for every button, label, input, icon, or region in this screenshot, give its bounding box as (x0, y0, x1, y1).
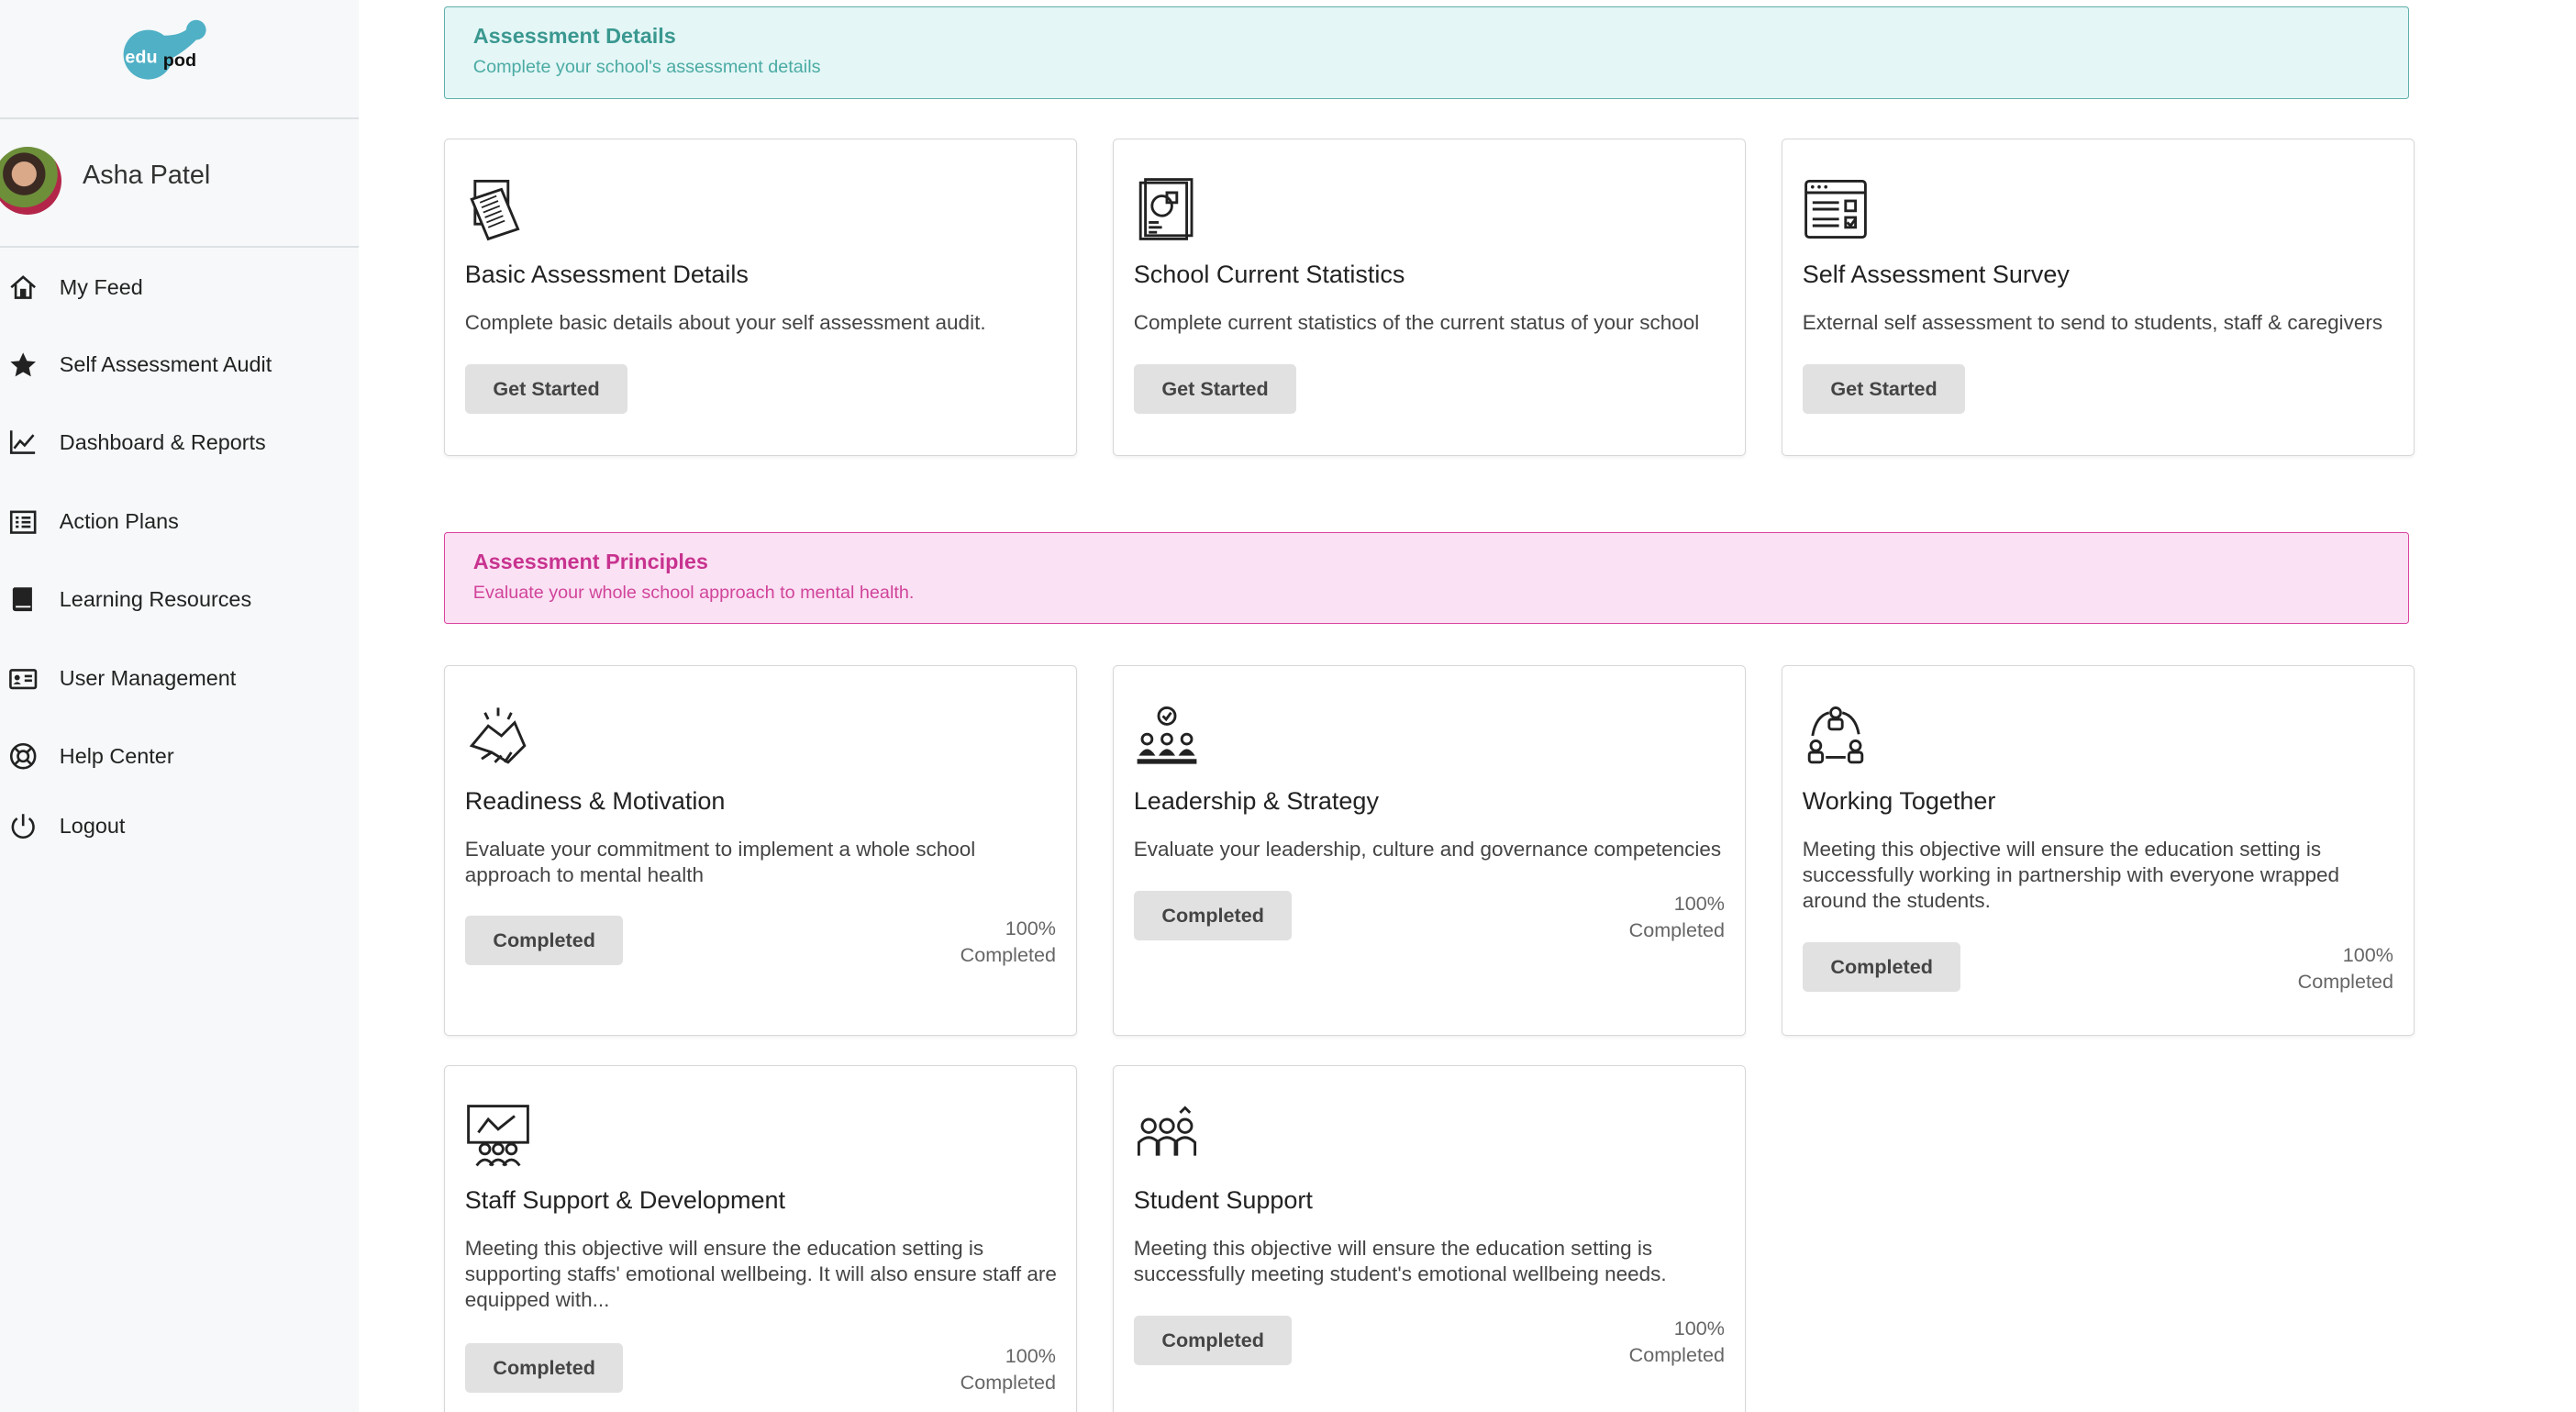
card-description: Evaluate your leadership, culture and go… (1133, 837, 1722, 861)
card-basic-assessment-details: Basic Assessment Details Complete basic d… (444, 139, 1077, 456)
card-title: Staff Support & Development (464, 1186, 785, 1215)
progress-label: Completed (1628, 1342, 1725, 1366)
banner-subtitle: Evaluate your whole school approach to m… (472, 582, 915, 603)
sidebar-item-label: My Feed (59, 274, 143, 299)
svg-text:edu: edu (126, 47, 158, 67)
progress-label: Completed (2297, 969, 2393, 993)
card-student-support: Student Support Meeting this objective wi… (1113, 1065, 1746, 1412)
life-ring-icon (9, 743, 37, 770)
progress-percent: 100% (2342, 942, 2393, 966)
sidebar-item-learning-resources[interactable]: Learning Resources (0, 574, 359, 624)
progress-percent: 100% (1673, 1316, 1725, 1340)
completed-button[interactable]: Completed (464, 1343, 624, 1394)
sidebar-item-logout[interactable]: Logout (0, 801, 359, 851)
survey-form-icon (1804, 179, 1867, 239)
sidebar-item-label: Self Assessment Audit (59, 352, 272, 377)
banner-title: Assessment Principles (472, 549, 708, 573)
progress-readout: 100% Completed (1629, 891, 1725, 944)
progress-percent: 100% (1005, 917, 1056, 940)
home-icon (10, 275, 37, 299)
sidebar-item-label: Action Plans (59, 509, 179, 534)
sidebar-item-self-assessment-audit[interactable]: Self Assessment Audit (0, 340, 359, 390)
card-title: Working Together (1802, 786, 1996, 815)
divider (0, 117, 359, 119)
card-description: Evaluate your commitment to implement a … (464, 837, 976, 886)
card-self-assessment-survey: Self Assessment Survey External self asse… (1782, 139, 2415, 456)
sidebar-item-label: Learning Resources (59, 586, 252, 611)
banner-subtitle: Complete your school's assessment detail… (472, 57, 821, 78)
card-title: Basic Assessment Details (464, 260, 749, 288)
teamwork-cycle-icon (1807, 706, 1864, 764)
card-title: Self Assessment Survey (1802, 260, 2070, 288)
completed-button[interactable]: Completed (1133, 891, 1293, 941)
list-icon (9, 510, 37, 534)
sidebar: edu pod Asha Patel My Feed Self Assessmen… (0, 0, 359, 1412)
svg-text:pod: pod (163, 50, 196, 71)
card-readiness-motivation: Readiness & Motivation Evaluate your comm… (444, 665, 1077, 1036)
progress-readout: 100% Completed (2298, 942, 2393, 995)
completed-button[interactable]: Completed (1802, 941, 1961, 992)
star-icon (10, 352, 36, 376)
get-started-button[interactable]: Get Started (1802, 363, 1966, 414)
card-leadership-strategy: Leadership & Strategy Evaluate your leade… (1113, 665, 1746, 1036)
card-working-together: Working Together Meeting this objective w… (1782, 665, 2415, 1036)
power-icon (11, 814, 35, 839)
sidebar-item-user-management[interactable]: User Management (0, 654, 359, 704)
sidebar-item-label: Logout (59, 813, 126, 838)
sidebar-item-help-center[interactable]: Help Center (0, 731, 359, 781)
id-card-icon (9, 668, 38, 689)
sidebar-item-my-feed[interactable]: My Feed (0, 262, 359, 312)
card-description: Meeting this objective will ensure the e… (464, 1237, 1057, 1312)
documents-icon (470, 179, 520, 240)
card-title: Leadership & Strategy (1133, 786, 1379, 815)
sidebar-item-label: Help Center (59, 743, 174, 768)
progress-label: Completed (960, 1371, 1056, 1395)
completed-button[interactable]: Completed (1133, 1315, 1293, 1365)
progress-percent: 100% (1673, 892, 1725, 916)
progress-readout: 100% Completed (960, 1343, 1056, 1396)
card-description: Complete current statistics of the curre… (1133, 310, 1700, 334)
card-title: Readiness & Motivation (464, 786, 726, 815)
chart-line-icon (9, 430, 36, 455)
sidebar-item-dashboard-reports[interactable]: Dashboard & Reports (0, 417, 359, 467)
assessment-details-banner: Assessment Details Complete your school'… (444, 6, 2410, 99)
staff-training-icon (466, 1104, 529, 1166)
progress-readout: 100% Completed (1629, 1316, 1725, 1369)
card-description: Complete basic details about your self a… (464, 310, 986, 334)
card-title: School Current Statistics (1133, 260, 1405, 288)
banner-title: Assessment Details (472, 24, 676, 49)
card-staff-support-development: Staff Support & Development Meeting this … (444, 1065, 1077, 1412)
completed-button[interactable]: Completed (464, 916, 624, 966)
assessment-principles-banner: Assessment Principles Evaluate your whol… (444, 531, 2410, 625)
progress-label: Completed (1628, 917, 1725, 941)
card-description: External self assessment to send to stud… (1802, 310, 2383, 334)
app: edu pod Asha Patel My Feed Self Assessmen… (0, 0, 2576, 1412)
progress-percent: 100% (1005, 1344, 1056, 1368)
get-started-button[interactable]: Get Started (1133, 363, 1297, 414)
statistics-report-icon (1138, 177, 1194, 240)
students-icon (1137, 1105, 1196, 1156)
sidebar-item-action-plans[interactable]: Action Plans (0, 497, 359, 547)
card-description: Meeting this objective will ensure the e… (1802, 837, 2340, 912)
sidebar-item-label: Dashboard & Reports (59, 429, 266, 454)
leadership-icon (1137, 706, 1197, 764)
progress-label: Completed (960, 942, 1056, 966)
get-started-button[interactable]: Get Started (464, 363, 628, 414)
avatar[interactable] (0, 147, 61, 215)
user-name: Asha Patel (83, 160, 211, 190)
handshake-icon (469, 707, 527, 764)
divider (0, 246, 359, 248)
sidebar-item-label: User Management (59, 666, 237, 691)
card-school-current-statistics: School Current Statistics Complete curren… (1113, 139, 1746, 456)
edupod-logo[interactable]: edu pod (120, 18, 213, 81)
book-icon (12, 587, 32, 612)
card-description: Meeting this objective will ensure the e… (1133, 1237, 1667, 1286)
progress-readout: 100% Completed (960, 916, 1056, 969)
card-title: Student Support (1133, 1186, 1313, 1215)
